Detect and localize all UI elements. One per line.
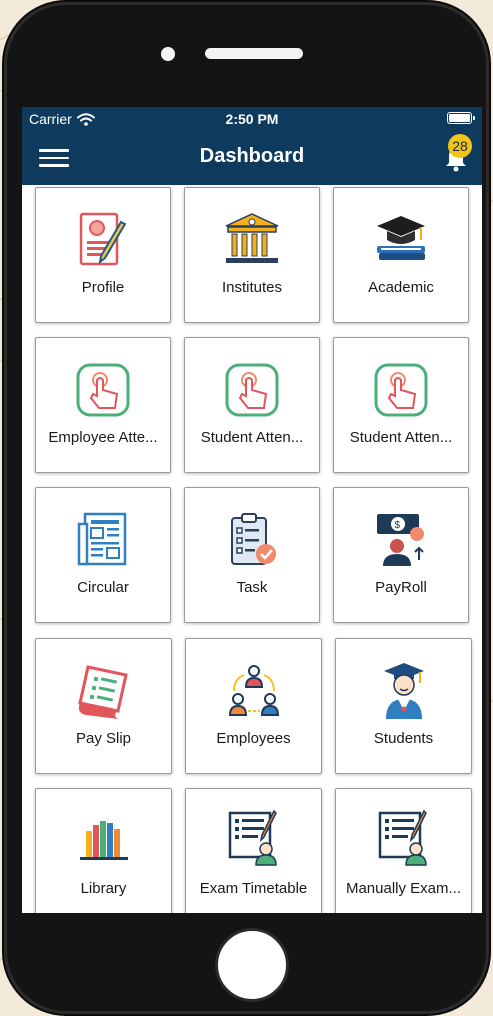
task-icon (185, 510, 319, 570)
nav-bar: Dashboard 28 (22, 131, 482, 185)
pay-slip-icon (36, 661, 171, 721)
circular-icon (36, 510, 170, 570)
tile-pay-slip[interactable]: Pay Slip (35, 638, 172, 774)
tile-label: Student Atten... (349, 429, 453, 446)
tile-label: Pay Slip (75, 730, 132, 747)
svg-text:$: $ (395, 520, 401, 531)
tile-employee-attendance[interactable]: Employee Atte... (35, 337, 171, 473)
tile-label: Employee Atte... (48, 429, 158, 446)
tile-institutes[interactable]: Institutes (184, 187, 320, 323)
front-camera (161, 47, 175, 61)
manual-exam-icon (336, 807, 471, 867)
tile-label: Task (236, 579, 268, 596)
page-title: Dashboard (199, 145, 305, 167)
tile-student-attendance-2[interactable]: Student Atten... (333, 337, 469, 473)
tile-circular[interactable]: Circular (35, 487, 171, 623)
tile-label: Institutes (221, 279, 283, 296)
tile-label: Library (80, 880, 127, 897)
tile-academic[interactable]: Academic (333, 187, 469, 323)
tile-label: Profile (81, 279, 125, 296)
tile-student-attendance[interactable]: Student Atten... (184, 337, 320, 473)
employees-icon (186, 661, 321, 721)
student-attendance-icon (334, 360, 468, 420)
institute-icon (185, 210, 319, 270)
tile-label: Exam Timetable (199, 880, 308, 897)
earpiece-speaker (205, 48, 303, 59)
students-icon (336, 661, 471, 721)
notification-count-badge[interactable]: 28 (448, 134, 472, 158)
tile-label: Employees (216, 730, 291, 747)
tile-students[interactable]: Students (335, 638, 472, 774)
status-bar: Carrier 2:50 PM (22, 107, 482, 131)
tile-label: Manually Exam... (345, 880, 462, 897)
battery-icon (447, 112, 475, 124)
tile-profile[interactable]: Profile (35, 187, 171, 323)
tile-label: Academic (368, 279, 434, 296)
academic-icon (334, 210, 468, 270)
home-button[interactable] (215, 928, 289, 1002)
employee-attendance-icon (36, 360, 170, 420)
tile-label: Circular (77, 579, 129, 596)
student-attendance-icon (185, 360, 319, 420)
tile-task[interactable]: Task (184, 487, 320, 623)
tile-label: Students (373, 730, 434, 747)
status-time: 2:50 PM (225, 111, 279, 127)
tile-label: Student Atten... (200, 429, 304, 446)
app-screen: Carrier 2:50 PM Dashboard 28 Profile Ins… (22, 107, 482, 913)
tile-exam-timetable[interactable]: Exam Timetable (185, 788, 322, 913)
payroll-icon: $ (334, 510, 468, 570)
exam-timetable-icon (186, 807, 321, 867)
tile-library[interactable]: Library (35, 788, 172, 913)
library-icon (36, 815, 171, 875)
tile-payroll[interactable]: $ PayRoll (333, 487, 469, 623)
tile-manual-exam[interactable]: Manually Exam... (335, 788, 472, 913)
profile-icon (36, 210, 170, 270)
tile-employees[interactable]: Employees (185, 638, 322, 774)
tile-label: PayRoll (375, 579, 427, 596)
